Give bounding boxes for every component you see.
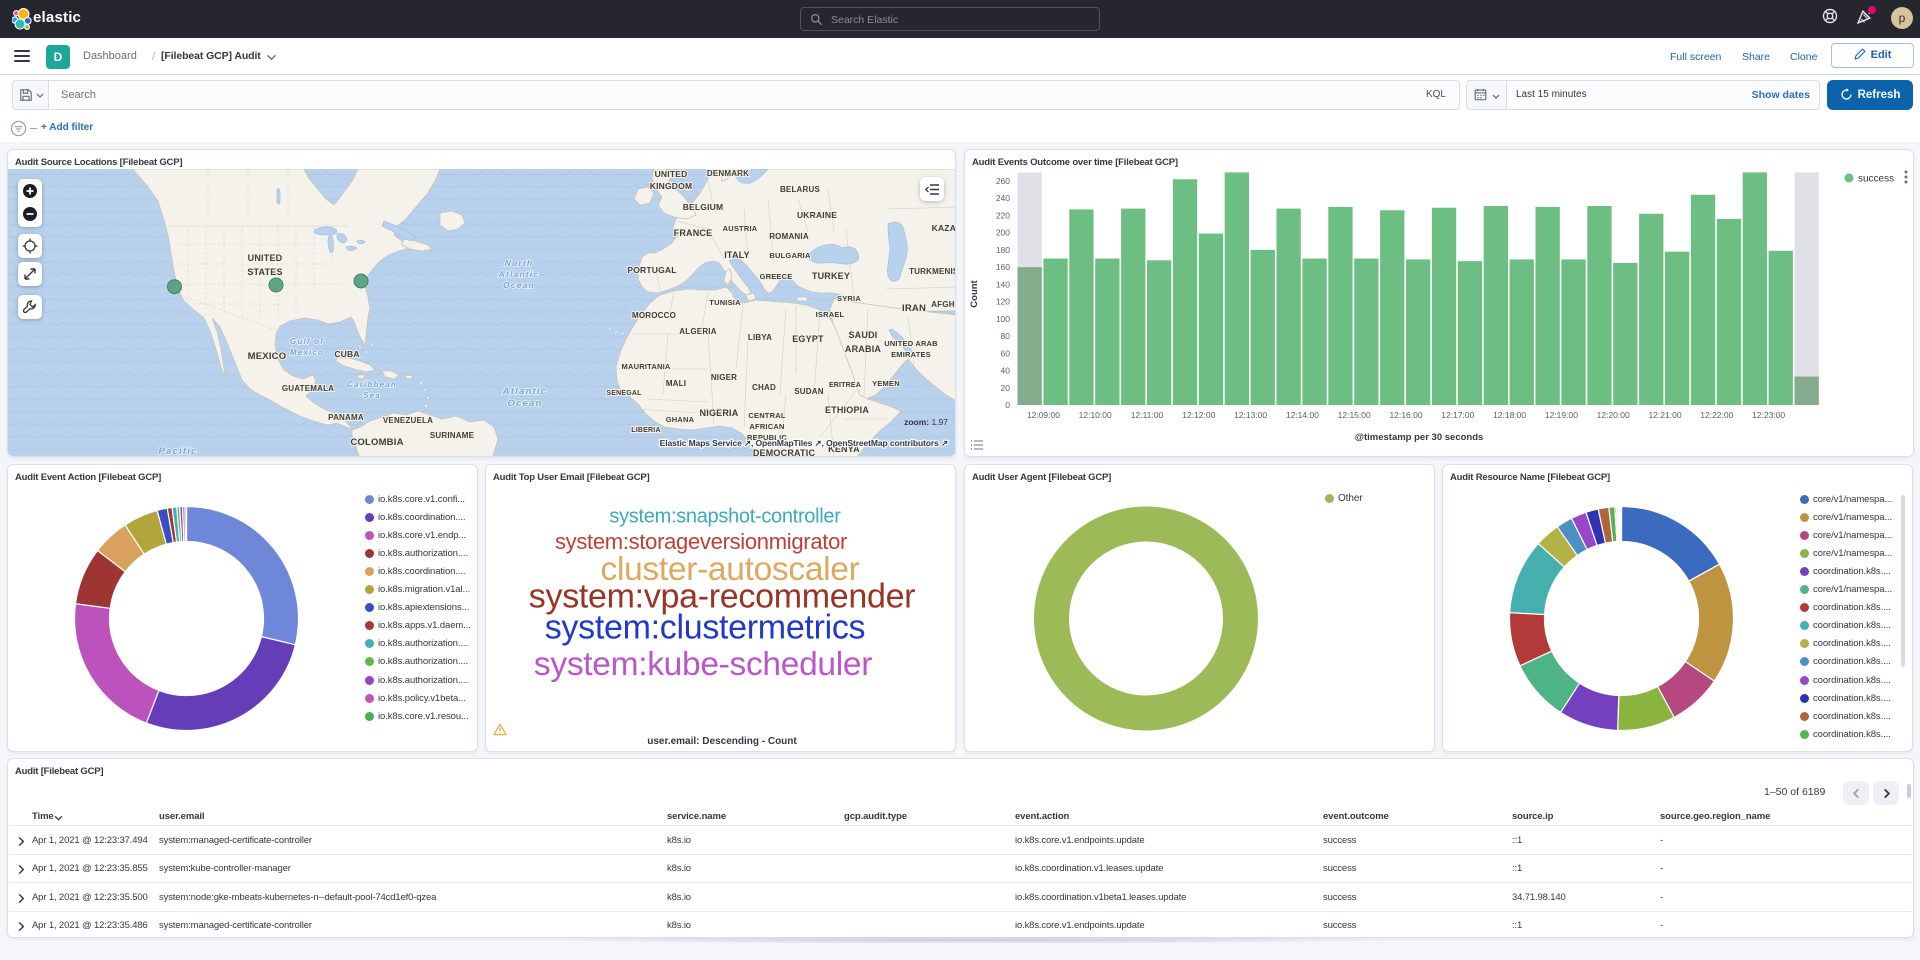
svg-text:GHANA: GHANA (666, 415, 695, 424)
svg-text:Sea: Sea (363, 391, 381, 400)
svg-text:240: 240 (996, 193, 1010, 203)
svg-text:12:22:00: 12:22:00 (1700, 410, 1733, 420)
svg-text:AUSTRIA: AUSTRIA (723, 224, 758, 233)
svg-text:12:12:00: 12:12:00 (1182, 410, 1215, 420)
svg-text:12:10:00: 12:10:00 (1079, 410, 1112, 420)
svg-text:TURKMENISTA: TURKMENISTA (909, 267, 956, 276)
svg-text:GREECE: GREECE (760, 272, 793, 281)
svg-text:ISRAEL: ISRAEL (816, 310, 845, 319)
svg-text:12:19:00: 12:19:00 (1545, 410, 1578, 420)
svg-text:KINGDOM: KINGDOM (650, 181, 692, 191)
svg-text:VENEZUELA: VENEZUELA (383, 416, 433, 425)
svg-text:ROMANIA: ROMANIA (769, 232, 809, 241)
svg-text:160: 160 (996, 262, 1010, 272)
svg-text:ITALY: ITALY (724, 250, 750, 260)
svg-text:MALI: MALI (666, 379, 686, 388)
svg-text:CENTRAL: CENTRAL (748, 411, 785, 420)
svg-text:100: 100 (996, 314, 1010, 324)
svg-text:IRAN: IRAN (902, 303, 926, 314)
svg-text:UNITED ARAB: UNITED ARAB (884, 339, 938, 348)
svg-text:MAURITANIA: MAURITANIA (622, 362, 671, 371)
svg-text:SAUDI: SAUDI (848, 330, 877, 340)
svg-text:Ocean: Ocean (503, 280, 535, 290)
svg-text:12:09:00: 12:09:00 (1027, 410, 1060, 420)
svg-text:12:13:00: 12:13:00 (1234, 410, 1267, 420)
svg-text:ERITREA: ERITREA (829, 382, 861, 389)
svg-text:200: 200 (996, 228, 1010, 238)
svg-text:zoom: 1.97: zoom: 1.97 (904, 417, 948, 427)
svg-text:success: success (1858, 174, 1894, 185)
svg-text:LIBYA: LIBYA (748, 333, 772, 342)
svg-text:DEMOCRATIC: DEMOCRATIC (753, 448, 816, 457)
svg-text:NIGER: NIGER (711, 373, 737, 382)
svg-text:12:18:00: 12:18:00 (1493, 410, 1526, 420)
svg-text:Caribbean: Caribbean (347, 380, 397, 389)
svg-text:220: 220 (996, 210, 1010, 220)
svg-text:Mexico: Mexico (290, 348, 324, 357)
svg-text:EMIRATES: EMIRATES (891, 350, 931, 359)
svg-text:UKRAINE: UKRAINE (797, 210, 837, 220)
svg-text:COLOMBIA: COLOMBIA (350, 437, 403, 448)
svg-text:12:17:00: 12:17:00 (1441, 410, 1474, 420)
svg-text:CUBA: CUBA (334, 349, 359, 359)
svg-text:260: 260 (996, 176, 1010, 186)
svg-text:PORTUGAL: PORTUGAL (627, 265, 676, 275)
svg-text:SYRIA: SYRIA (837, 294, 861, 303)
svg-text:12:16:00: 12:16:00 (1389, 410, 1422, 420)
svg-text:STATES: STATES (247, 267, 282, 277)
svg-text:Count: Count (969, 279, 980, 307)
svg-text:MEXICO: MEXICO (248, 351, 287, 362)
svg-text:UNITED: UNITED (655, 169, 688, 179)
svg-text:Pacific: Pacific (158, 446, 197, 457)
svg-text:YEMEN: YEMEN (872, 379, 900, 388)
svg-text:NIGERIA: NIGERIA (700, 408, 739, 418)
svg-text:20: 20 (1001, 383, 1011, 393)
svg-text:ETHIOPIA: ETHIOPIA (825, 405, 869, 415)
svg-text:AFRICAN: AFRICAN (749, 422, 784, 431)
svg-text:EGYPT: EGYPT (792, 334, 824, 344)
svg-text:PANAMA: PANAMA (328, 413, 364, 422)
svg-text:12:23:00: 12:23:00 (1752, 410, 1785, 420)
svg-text:@timestamp per 30 seconds: @timestamp per 30 seconds (1355, 432, 1484, 443)
svg-text:Gulf of: Gulf of (290, 337, 324, 346)
svg-text:Atlantic: Atlantic (502, 386, 547, 397)
svg-text:GUATEMALA: GUATEMALA (282, 384, 334, 393)
svg-text:Atlantic: Atlantic (498, 269, 540, 279)
svg-text:120: 120 (996, 297, 1010, 307)
svg-text:12:21:00: 12:21:00 (1648, 410, 1681, 420)
svg-text:12:11:00: 12:11:00 (1131, 410, 1164, 420)
svg-text:180: 180 (996, 245, 1010, 255)
svg-text:CHAD: CHAD (752, 383, 776, 392)
svg-text:80: 80 (1001, 331, 1011, 341)
svg-text:UNITED: UNITED (248, 253, 283, 263)
svg-text:SURINAME: SURINAME (430, 431, 475, 440)
svg-text:AFGHA: AFGHA (931, 300, 956, 309)
svg-text:40: 40 (1001, 366, 1011, 376)
svg-text:North: North (505, 258, 534, 268)
svg-text:ALGERIA: ALGERIA (679, 327, 716, 336)
svg-text:ARABIA: ARABIA (845, 344, 881, 354)
svg-text:FRANCE: FRANCE (674, 228, 713, 238)
svg-text:TUNISIA: TUNISIA (709, 298, 741, 307)
svg-text:KAZAK: KAZAK (932, 223, 956, 233)
svg-text:Elastic Maps Service ↗, OpenMa: Elastic Maps Service ↗, OpenMapTiles ↗, … (660, 438, 948, 448)
svg-text:LIBERIA: LIBERIA (631, 427, 660, 434)
svg-text:MOROCCO: MOROCCO (632, 311, 676, 320)
svg-text:TURKEY: TURKEY (812, 271, 850, 281)
svg-text:12:20:00: 12:20:00 (1597, 410, 1630, 420)
svg-text:SENEGAL: SENEGAL (606, 390, 642, 397)
svg-text:BULGARIA: BULGARIA (769, 251, 811, 260)
svg-text:12:14:00: 12:14:00 (1286, 410, 1319, 420)
svg-text:BELARUS: BELARUS (780, 185, 821, 194)
svg-text:0: 0 (1005, 400, 1010, 410)
svg-text:12:15:00: 12:15:00 (1338, 410, 1371, 420)
svg-text:DENMARK: DENMARK (707, 169, 749, 178)
svg-text:SUDAN: SUDAN (794, 387, 823, 396)
svg-text:Ocean: Ocean (507, 398, 542, 409)
svg-text:60: 60 (1001, 348, 1011, 358)
svg-text:BELGIUM: BELGIUM (683, 202, 724, 212)
svg-text:140: 140 (996, 279, 1010, 289)
